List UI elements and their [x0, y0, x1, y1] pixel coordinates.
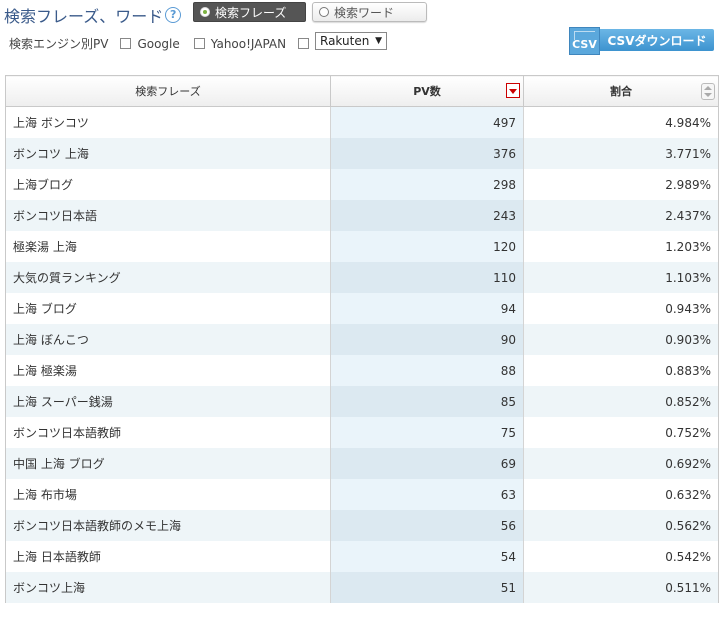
- pv-cell: 90: [330, 324, 524, 355]
- ratio-cell: 2.437%: [523, 200, 719, 231]
- phrase-cell: 上海ブログ: [5, 169, 331, 200]
- engine-select-value: Rakuten: [320, 34, 370, 48]
- pv-cell: 243: [330, 200, 524, 231]
- pv-cell: 376: [330, 138, 524, 169]
- ratio-cell: 1.203%: [523, 231, 719, 262]
- mode-phrase-label: 検索フレーズ: [215, 5, 287, 20]
- table-row: 上海 スーパー銭湯 85 0.852%: [5, 386, 719, 417]
- dropdown-arrow-icon: ▼: [375, 36, 382, 46]
- csv-download-button[interactable]: CSV CSVダウンロード: [569, 27, 714, 55]
- radio-selected-icon: [200, 7, 210, 17]
- pv-cell: 94: [330, 293, 524, 324]
- mode-word-radio[interactable]: 検索ワード: [312, 2, 427, 22]
- table-row: ボンコツ日本語教師のメモ上海 56 0.562%: [5, 510, 719, 541]
- table-row: ボンコツ日本語教師 75 0.752%: [5, 417, 719, 448]
- help-icon[interactable]: ?: [165, 7, 182, 23]
- header-ratio[interactable]: 割合: [523, 75, 719, 107]
- ratio-cell: 0.542%: [523, 541, 719, 572]
- page-title: 検索フレーズ、ワード ?: [4, 3, 182, 27]
- engine-filter-row: 検索エンジン別PV Google Yahoo!JAPAN: [9, 35, 325, 52]
- pv-cell: 51: [330, 572, 524, 603]
- mode-phrase-radio[interactable]: 検索フレーズ: [193, 2, 306, 22]
- pv-cell: 56: [330, 510, 524, 541]
- yahoo-label: Yahoo!JAPAN: [210, 36, 287, 51]
- table-row: 上海 ぼんこつ 90 0.903%: [5, 324, 719, 355]
- phrase-cell: 上海 日本語教師: [5, 541, 331, 572]
- header-ratio-label: 割合: [610, 85, 632, 98]
- table-row: 上海 極楽湯 88 0.883%: [5, 355, 719, 386]
- ratio-cell: 1.103%: [523, 262, 719, 293]
- rakuten-filter[interactable]: [298, 38, 315, 49]
- ratio-cell: 0.562%: [523, 510, 719, 541]
- pv-cell: 298: [330, 169, 524, 200]
- table-row: ボンコツ上海 51 0.511%: [5, 572, 719, 603]
- phrase-cell: 極楽湯 上海: [5, 231, 331, 262]
- radio-unselected-icon: [319, 7, 329, 17]
- header-pv[interactable]: PV数: [330, 75, 524, 107]
- phrase-cell: ボンコツ日本語教師のメモ上海: [5, 510, 331, 541]
- phrase-cell: 上海 ボンコツ: [5, 106, 331, 138]
- pv-cell: 120: [330, 231, 524, 262]
- pv-cell: 63: [330, 479, 524, 510]
- phrase-cell: 中国 上海 ブログ: [5, 448, 331, 479]
- table-row: 中国 上海 ブログ 69 0.692%: [5, 448, 719, 479]
- table-row: 上海ブログ 298 2.989%: [5, 169, 719, 200]
- google-filter[interactable]: Google: [120, 36, 180, 51]
- table-row: ボンコツ日本語 243 2.437%: [5, 200, 719, 231]
- table-row: 上海 日本語教師 54 0.542%: [5, 541, 719, 572]
- pv-cell: 85: [330, 386, 524, 417]
- ratio-cell: 0.903%: [523, 324, 719, 355]
- pv-cell: 110: [330, 262, 524, 293]
- phrase-cell: 大気の質ランキング: [5, 262, 331, 293]
- sort-toggle-icon[interactable]: [701, 83, 715, 100]
- google-checkbox[interactable]: [120, 38, 132, 49]
- sort-desc-icon[interactable]: [506, 83, 520, 98]
- csv-icon-text: CSV: [572, 38, 597, 51]
- ratio-cell: 0.852%: [523, 386, 719, 417]
- ratio-cell: 0.692%: [523, 448, 719, 479]
- header-pv-label: PV数: [413, 85, 441, 98]
- ratio-cell: 0.511%: [523, 572, 719, 603]
- phrase-cell: 上海 ぼんこつ: [5, 324, 331, 355]
- ratio-cell: 0.943%: [523, 293, 719, 324]
- phrase-cell: ボンコツ日本語: [5, 200, 331, 231]
- table-row: 上海 ブログ 94 0.943%: [5, 293, 719, 324]
- yahoo-filter[interactable]: Yahoo!JAPAN: [193, 36, 287, 51]
- header-phrase[interactable]: 検索フレーズ: [5, 75, 331, 107]
- phrase-cell: 上海 ブログ: [5, 293, 331, 324]
- ratio-cell: 0.632%: [523, 479, 719, 510]
- ratio-cell: 3.771%: [523, 138, 719, 169]
- phrase-cell: 上海 スーパー銭湯: [5, 386, 331, 417]
- table-row: 大気の質ランキング 110 1.103%: [5, 262, 719, 293]
- phrase-cell: ボンコツ 上海: [5, 138, 331, 169]
- mode-word-label: 検索ワード: [334, 5, 395, 20]
- rakuten-checkbox[interactable]: [298, 38, 310, 49]
- phrase-cell: 上海 極楽湯: [5, 355, 331, 386]
- page-title-text: 検索フレーズ、ワード: [4, 7, 164, 26]
- pv-cell: 88: [330, 355, 524, 386]
- yahoo-checkbox[interactable]: [193, 38, 205, 49]
- table-row: 上海 布市場 63 0.632%: [5, 479, 719, 510]
- table-row: 極楽湯 上海 120 1.203%: [5, 231, 719, 262]
- table-row: 上海 ボンコツ 497 4.984%: [5, 106, 719, 138]
- header-phrase-label: 検索フレーズ: [135, 85, 201, 98]
- csv-download-label: CSVダウンロード: [600, 29, 714, 51]
- csv-file-icon: CSV: [569, 27, 600, 55]
- ratio-cell: 0.752%: [523, 417, 719, 448]
- engine-select[interactable]: Rakuten ▼: [315, 32, 387, 50]
- ratio-cell: 2.989%: [523, 169, 719, 200]
- phrase-cell: ボンコツ日本語教師: [5, 417, 331, 448]
- pv-cell: 75: [330, 417, 524, 448]
- phrase-cell: 上海 布市場: [5, 479, 331, 510]
- ratio-cell: 0.883%: [523, 355, 719, 386]
- ratio-cell: 4.984%: [523, 106, 719, 138]
- engine-filter-label: 検索エンジン別PV: [9, 37, 109, 51]
- search-phrase-table: 検索フレーズ PV数 割合 上海 ボンコツ 497 4.984% ボンコツ 上海 376…: [5, 75, 719, 603]
- pv-cell: 69: [330, 448, 524, 479]
- table-row: ボンコツ 上海 376 3.771%: [5, 138, 719, 169]
- phrase-cell: ボンコツ上海: [5, 572, 331, 603]
- pv-cell: 497: [330, 106, 524, 138]
- google-label: Google: [137, 36, 180, 51]
- pv-cell: 54: [330, 541, 524, 572]
